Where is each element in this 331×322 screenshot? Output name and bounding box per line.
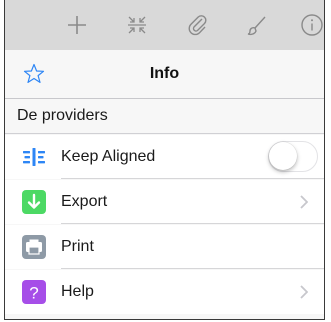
section-header: De providers <box>5 99 324 134</box>
divider <box>61 178 324 179</box>
help-row[interactable]: ? Help <box>5 270 324 314</box>
help-label: Help <box>61 283 94 300</box>
print-row[interactable]: Print <box>5 225 324 269</box>
divider <box>61 223 324 224</box>
toggle-knob <box>269 142 297 170</box>
export-label: Export <box>61 193 108 210</box>
export-icon <box>22 190 46 214</box>
svg-text:?: ? <box>29 284 38 303</box>
section-label: De providers <box>17 107 108 124</box>
print-label: Print <box>61 238 94 255</box>
collapse-icon[interactable] <box>123 11 151 39</box>
paperclip-icon[interactable] <box>184 11 212 39</box>
print-icon <box>22 235 46 259</box>
chevron-right-icon <box>300 285 309 299</box>
panel-header: Info <box>5 50 324 99</box>
keep-aligned-icon <box>22 145 46 169</box>
toolbar <box>5 0 324 50</box>
keep-aligned-row[interactable]: Keep Aligned <box>5 135 324 179</box>
plus-icon[interactable] <box>63 11 91 39</box>
export-row[interactable]: Export <box>5 180 324 224</box>
brush-icon[interactable] <box>243 11 271 39</box>
page-title: Info <box>149 65 180 82</box>
keep-aligned-label: Keep Aligned <box>61 148 156 165</box>
divider <box>61 268 324 269</box>
info-icon[interactable] <box>298 11 324 39</box>
help-icon: ? <box>22 280 46 304</box>
chevron-right-icon <box>300 195 309 209</box>
info-panel: Info De providers Keep Aligned Export Pr… <box>4 0 325 320</box>
keep-aligned-toggle[interactable] <box>268 141 318 172</box>
